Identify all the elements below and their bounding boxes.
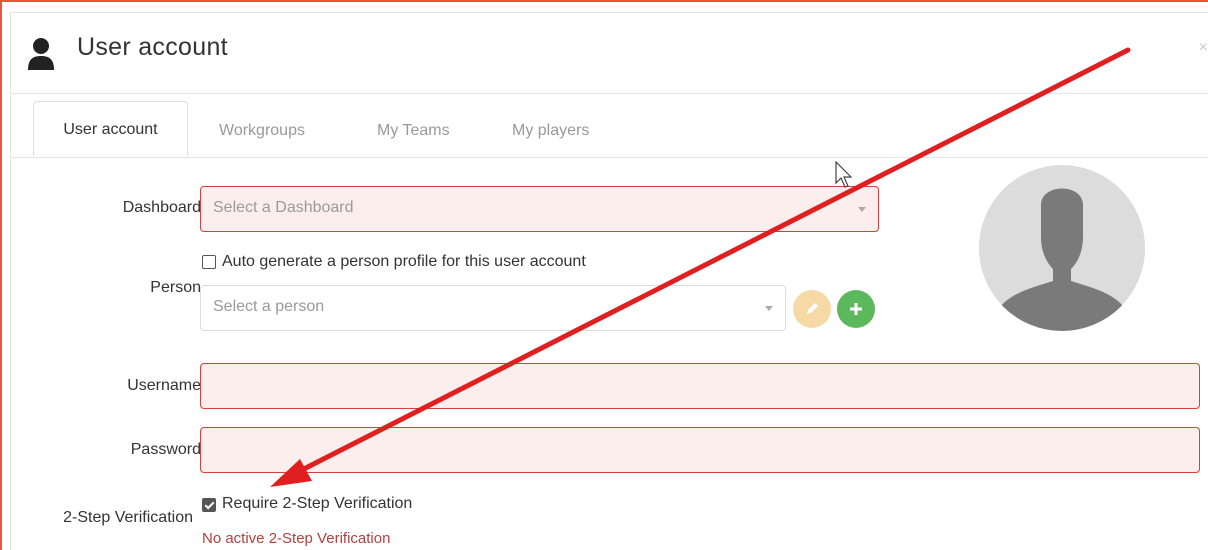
- password-label: Password: [130, 441, 201, 458]
- modal-title: User account: [77, 33, 228, 61]
- dashboard-select[interactable]: Select a Dashboard: [200, 186, 879, 232]
- require-2-step-checkbox[interactable]: [202, 498, 216, 512]
- tab-workgroups[interactable]: Workgroups: [219, 113, 305, 157]
- user-account-modal: User account × User account Workgroups M…: [10, 12, 1208, 550]
- tab-bar: User account Workgroups My Teams My play…: [11, 93, 1208, 158]
- cursor-icon: [835, 161, 853, 188]
- username-input[interactable]: [200, 363, 1200, 409]
- user-icon: [28, 38, 54, 70]
- avatar: [979, 165, 1145, 331]
- two-step-label: 2-Step Verification: [63, 509, 193, 526]
- tab-user-account[interactable]: User account: [33, 101, 188, 157]
- two-step-status: No active 2-Step Verification: [202, 530, 391, 547]
- tab-my-players[interactable]: My players: [512, 113, 589, 157]
- chevron-down-icon: [858, 207, 866, 212]
- modal-header: User account ×: [11, 13, 1208, 94]
- person-label: Person: [150, 279, 201, 296]
- edit-person-button[interactable]: [793, 290, 831, 328]
- person-placeholder: Select a person: [213, 298, 325, 315]
- tab-my-teams[interactable]: My Teams: [377, 113, 450, 157]
- person-select[interactable]: Select a person: [200, 285, 786, 331]
- plus-icon: [850, 303, 862, 315]
- avatar-silhouette-icon: [995, 188, 1129, 331]
- password-input[interactable]: [200, 427, 1200, 473]
- auto-generate-checkbox[interactable]: [202, 255, 216, 269]
- username-label: Username: [127, 377, 201, 394]
- close-icon[interactable]: ×: [1199, 39, 1208, 57]
- dashboard-label: Dashboard: [122, 199, 201, 216]
- pencil-icon: [807, 303, 818, 314]
- require-2-step-label: Require 2-Step Verification: [222, 495, 413, 512]
- chevron-down-icon: [765, 306, 773, 311]
- add-person-button[interactable]: [837, 290, 875, 328]
- dashboard-placeholder: Select a Dashboard: [213, 199, 354, 216]
- auto-generate-label: Auto generate a person profile for this …: [222, 253, 586, 270]
